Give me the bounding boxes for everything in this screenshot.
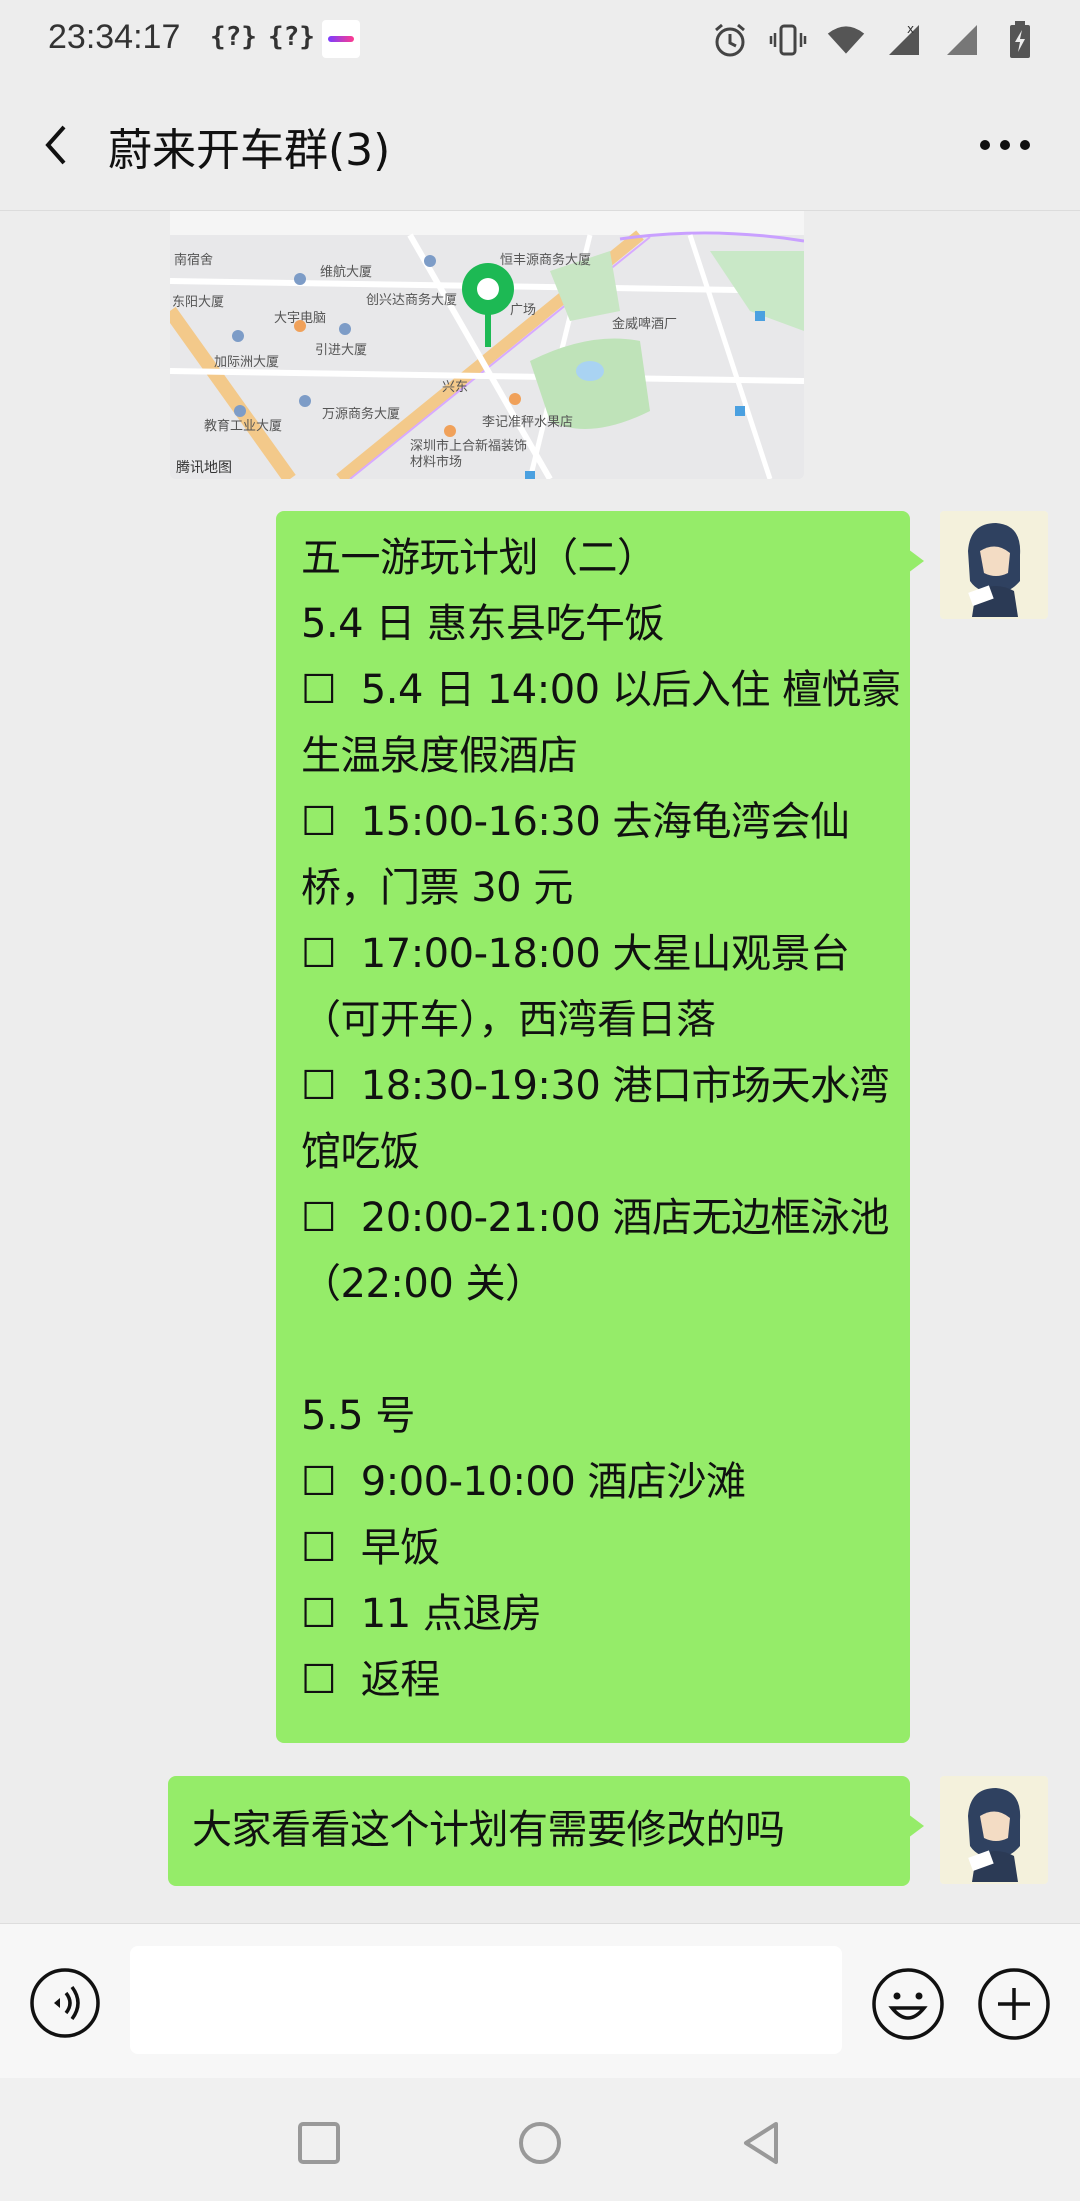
avatar[interactable] — [940, 1776, 1048, 1884]
wifi-icon — [826, 20, 866, 60]
map-label: 深圳市上合新福装饰材料市场 — [410, 439, 528, 470]
chevron-left-icon — [45, 125, 66, 165]
system-nav-bar — [0, 2078, 1080, 2201]
status-unknown-2: {?} — [268, 22, 315, 52]
location-map-message[interactable]: 南宿舍 东阳大厦 维航大厦 创兴达商务大厦 恒丰源商务大厦 大宇电脑 引进大厦 … — [170, 211, 804, 479]
recent-apps-button[interactable] — [294, 2118, 344, 2168]
input-bar — [0, 1923, 1080, 2079]
status-unknown-1: {?} — [210, 22, 257, 52]
voice-button[interactable] — [28, 1966, 102, 2040]
map-watermark: 腾讯地图 — [176, 460, 232, 476]
home-button[interactable] — [515, 2118, 565, 2168]
voice-icon — [30, 1968, 100, 2038]
map-label: 万源商务大厦 — [322, 407, 401, 422]
message-bubble[interactable]: 大家看看这个计划有需要修改的吗 — [168, 1776, 924, 1886]
status-bar: 23:34:17 {?} {?} x — [0, 0, 1080, 80]
map-label: 南宿舍 — [174, 253, 214, 268]
message-bubble[interactable]: 五一游玩计划（二） 5.4 日 惠东县吃午饭 ☐ 5.4 日 14:00 以后入… — [276, 511, 924, 1743]
map-label: 教育工业大厦 — [204, 419, 283, 434]
chat-title: 蔚来开车群(3) — [108, 125, 391, 176]
map-label: 金威啤酒厂 — [612, 317, 678, 332]
map-label: 兴东 — [442, 380, 469, 395]
map-label: 恒丰源商务大厦 — [500, 253, 592, 268]
avatar-image — [940, 1776, 1048, 1884]
message-text: 五一游玩计划（二） 5.4 日 惠东县吃午饭 ☐ 5.4 日 14:00 以后入… — [301, 535, 901, 1703]
back-button[interactable] — [30, 115, 90, 175]
avatar-image — [940, 511, 1048, 619]
map-label: 广场 — [510, 303, 537, 318]
map-label: 东阳大厦 — [172, 295, 225, 310]
status-icons: x — [710, 18, 1040, 62]
more-dots-icon — [980, 140, 1030, 150]
map-label: 李记准秤水果店 — [482, 415, 574, 430]
map-label: 加际洲大厦 — [214, 355, 280, 370]
map-label: 创兴达商务大厦 — [366, 293, 458, 308]
system-back-button[interactable] — [736, 2118, 786, 2168]
emoji-icon — [872, 1968, 944, 2040]
status-time: 23:34:17 — [48, 18, 181, 56]
signal-icon — [942, 20, 982, 60]
alarm-icon — [710, 20, 750, 60]
notification-app-icon — [322, 20, 360, 58]
chat-header: 蔚来开车群(3) — [0, 80, 1080, 211]
emoji-button[interactable] — [870, 1966, 946, 2042]
recent-apps-icon — [298, 2122, 340, 2164]
map-label: 大宇电脑 — [274, 311, 327, 326]
plus-circle-icon — [978, 1968, 1050, 2040]
more-options-button[interactable] — [970, 120, 1040, 170]
home-icon — [519, 2122, 561, 2164]
map-label: 维航大厦 — [320, 265, 373, 280]
message-input[interactable] — [130, 1946, 842, 2054]
vibrate-icon — [768, 20, 808, 60]
back-icon — [744, 2122, 778, 2164]
avatar[interactable] — [940, 511, 1048, 619]
map-label: 引进大厦 — [315, 343, 368, 358]
svg-text:x: x — [907, 22, 914, 36]
battery-charging-icon — [1000, 20, 1040, 60]
signal-icon: x — [884, 20, 924, 60]
chat-area[interactable]: 南宿舍 东阳大厦 维航大厦 创兴达商务大厦 恒丰源商务大厦 大宇电脑 引进大厦 … — [0, 211, 1080, 1923]
message-text: 大家看看这个计划有需要修改的吗 — [192, 1807, 785, 1853]
more-functions-button[interactable] — [976, 1966, 1052, 2042]
